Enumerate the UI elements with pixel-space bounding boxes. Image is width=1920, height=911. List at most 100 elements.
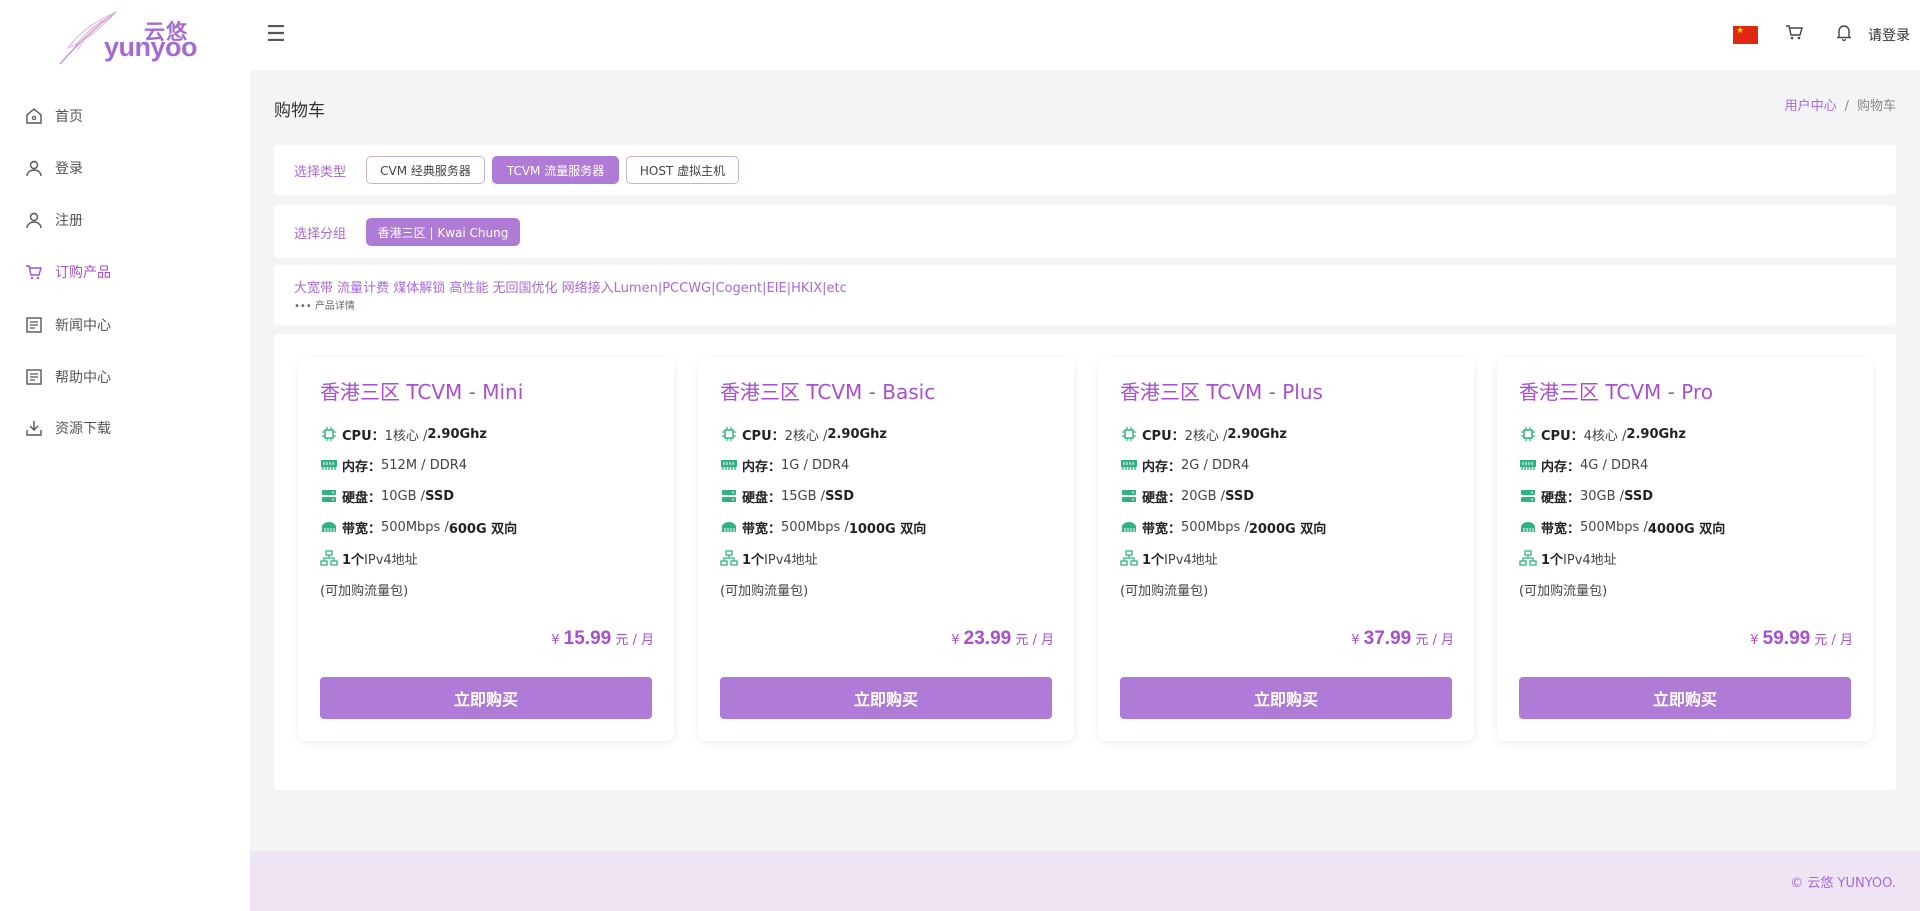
spec-cpu: CPU： 4核心 / 2.90Ghz — [1519, 424, 1686, 444]
hard-drive-icon — [320, 488, 338, 504]
product-title: 香港三区 TCVM - Mini — [320, 380, 524, 404]
sidebar-item-downloads[interactable]: 资源下载 — [24, 413, 111, 443]
cpu-chip-icon — [720, 426, 738, 442]
type-option-tcvm[interactable]: TCVM 流量服务器 — [492, 156, 619, 184]
spec-ip: 1个 IPv4地址 — [320, 548, 418, 568]
cpu-chip-icon — [1120, 426, 1138, 442]
product-price: ¥ 37.99 元 / 月 — [1351, 628, 1454, 649]
sidebar-item-label: 新闻中心 — [55, 318, 111, 334]
product-details-link[interactable]: ••• 产品详情 — [294, 297, 355, 312]
product-card-basic: 香港三区 TCVM - Basic CPU： 2核心 / 2.90Ghz 内存： 1… — [698, 358, 1074, 741]
product-price: ¥ 59.99 元 / 月 — [1750, 628, 1853, 649]
sidebar-item-label: 订购产品 — [55, 265, 111, 281]
site-logo[interactable]: 云悠 yunyoo — [52, 6, 198, 66]
product-card-pro: 香港三区 TCVM - Pro CPU： 4核心 / 2.90Ghz 内存： 4G … — [1497, 358, 1873, 741]
router-icon — [1120, 519, 1138, 535]
spec-disk: 硬盘： 10GB / SSD — [320, 486, 454, 506]
group-filter-label: 选择分组 — [294, 227, 347, 242]
network-icon — [320, 550, 338, 566]
traffic-pack-note: (可加购流量包) — [1519, 584, 1608, 599]
router-icon — [320, 519, 338, 535]
sidebar-item-home[interactable]: 首页 — [24, 101, 83, 131]
sidebar-item-label: 注册 — [55, 213, 83, 229]
memory-ram-icon — [720, 457, 738, 473]
breadcrumb-current: 购物车 — [1856, 99, 1896, 114]
footer: © 云悠 YUNYOO. — [250, 851, 1920, 911]
sidebar-item-register[interactable]: 注册 — [24, 205, 83, 235]
traffic-pack-note: (可加购流量包) — [1120, 584, 1209, 599]
product-description: 大宽带 流量计费 煤体解锁 高性能 无回国优化 网络接入Lumen|PCCWG|… — [294, 281, 847, 296]
spec-disk: 硬盘： 20GB / SSD — [1120, 486, 1254, 506]
buy-now-button[interactable]: 立即购买 — [720, 677, 1052, 719]
router-icon — [1519, 519, 1537, 535]
group-option-hk3[interactable]: 香港三区 | Kwai Chung — [366, 218, 520, 246]
sidebar-item-label: 登录 — [55, 161, 83, 177]
buy-now-button[interactable]: 立即购买 — [1519, 677, 1851, 719]
spec-ip: 1个 IPv4地址 — [1120, 548, 1218, 568]
product-title: 香港三区 TCVM - Basic — [720, 380, 936, 404]
type-option-cvm[interactable]: CVM 经典服务器 — [366, 156, 485, 184]
network-icon — [720, 550, 738, 566]
buy-now-button[interactable]: 立即购买 — [1120, 677, 1452, 719]
user-icon — [24, 210, 44, 230]
traffic-pack-note: (可加购流量包) — [320, 584, 409, 599]
product-description-card: 大宽带 流量计费 煤体解锁 高性能 无回国优化 网络接入Lumen|PCCWG|… — [274, 265, 1896, 325]
china-flag-icon[interactable]: ★ — [1733, 26, 1758, 44]
breadcrumb: 用户中心 / 购物车 — [1785, 95, 1896, 114]
hard-drive-icon — [720, 488, 738, 504]
spec-bandwidth: 带宽： 500Mbps / 4000G 双向 — [1519, 517, 1725, 537]
sidebar-item-label: 资源下载 — [55, 421, 111, 437]
sidebar-item-help[interactable]: 帮助中心 — [24, 362, 111, 392]
sidebar-item-login[interactable]: 登录 — [24, 153, 83, 183]
memory-ram-icon — [1120, 457, 1138, 473]
spec-bandwidth: 带宽： 500Mbps / 2000G 双向 — [1120, 517, 1326, 537]
spec-ip: 1个 IPv4地址 — [1519, 548, 1617, 568]
hard-drive-icon — [1120, 488, 1138, 504]
bell-icon[interactable] — [1834, 22, 1854, 46]
top-header: 云悠 yunyoo ☰ ★ 请登录 — [0, 0, 1920, 70]
spec-cpu: CPU： 2核心 / 2.90Ghz — [720, 424, 887, 444]
spec-disk: 硬盘： 30GB / SSD — [1519, 486, 1653, 506]
menu-toggle-icon[interactable]: ☰ — [266, 22, 286, 47]
cart-icon — [24, 262, 44, 282]
cpu-chip-icon — [320, 426, 338, 442]
sidebar-item-order-products[interactable]: 订购产品 — [24, 257, 111, 287]
type-filter-label: 选择类型 — [294, 165, 347, 180]
type-filter-card: 选择类型 CVM 经典服务器 TCVM 流量服务器 HOST 虚拟主机 — [274, 145, 1896, 195]
sidebar-item-news[interactable]: 新闻中心 — [24, 310, 111, 340]
spec-disk: 硬盘： 15GB / SSD — [720, 486, 854, 506]
product-price: ¥ 15.99 元 / 月 — [551, 628, 654, 649]
sidebar-item-label: 首页 — [55, 109, 83, 125]
traffic-pack-note: (可加购流量包) — [720, 584, 809, 599]
memory-ram-icon — [320, 457, 338, 473]
copyright-text: © 云悠 YUNYOO. — [1790, 876, 1896, 891]
spec-memory: 内存： 512M / DDR4 — [320, 455, 467, 475]
spec-memory: 内存： 2G / DDR4 — [1120, 455, 1249, 475]
document-icon — [24, 367, 44, 387]
group-filter-card: 选择分组 香港三区 | Kwai Chung — [274, 205, 1896, 258]
document-icon — [24, 315, 44, 335]
product-card-plus: 香港三区 TCVM - Plus CPU： 2核心 / 2.90Ghz 内存： 2G… — [1098, 358, 1474, 741]
spec-bandwidth: 带宽： 500Mbps / 600G 双向 — [320, 517, 517, 537]
hard-drive-icon — [1519, 488, 1537, 504]
network-icon — [1519, 550, 1537, 566]
spec-bandwidth: 带宽： 500Mbps / 1000G 双向 — [720, 517, 926, 537]
router-icon — [720, 519, 738, 535]
cpu-chip-icon — [1519, 426, 1537, 442]
buy-now-button[interactable]: 立即购买 — [320, 677, 652, 719]
login-link[interactable]: 请登录 — [1868, 25, 1910, 45]
spec-memory: 内存： 4G / DDR4 — [1519, 455, 1648, 475]
type-option-host[interactable]: HOST 虚拟主机 — [626, 156, 739, 184]
breadcrumb-home[interactable]: 用户中心 — [1785, 99, 1837, 114]
spec-ip: 1个 IPv4地址 — [720, 548, 818, 568]
cart-icon[interactable] — [1784, 22, 1804, 46]
memory-ram-icon — [1519, 457, 1537, 473]
product-card-mini: 香港三区 TCVM - Mini CPU： 1核心 / 2.90Ghz 内存： 51… — [298, 358, 674, 741]
spec-memory: 内存： 1G / DDR4 — [720, 455, 849, 475]
home-icon — [24, 106, 44, 126]
sidebar-item-label: 帮助中心 — [55, 370, 111, 386]
product-title: 香港三区 TCVM - Pro — [1519, 380, 1713, 404]
network-icon — [1120, 550, 1138, 566]
page-title: 购物车 — [274, 101, 325, 121]
spec-cpu: CPU： 1核心 / 2.90Ghz — [320, 424, 487, 444]
